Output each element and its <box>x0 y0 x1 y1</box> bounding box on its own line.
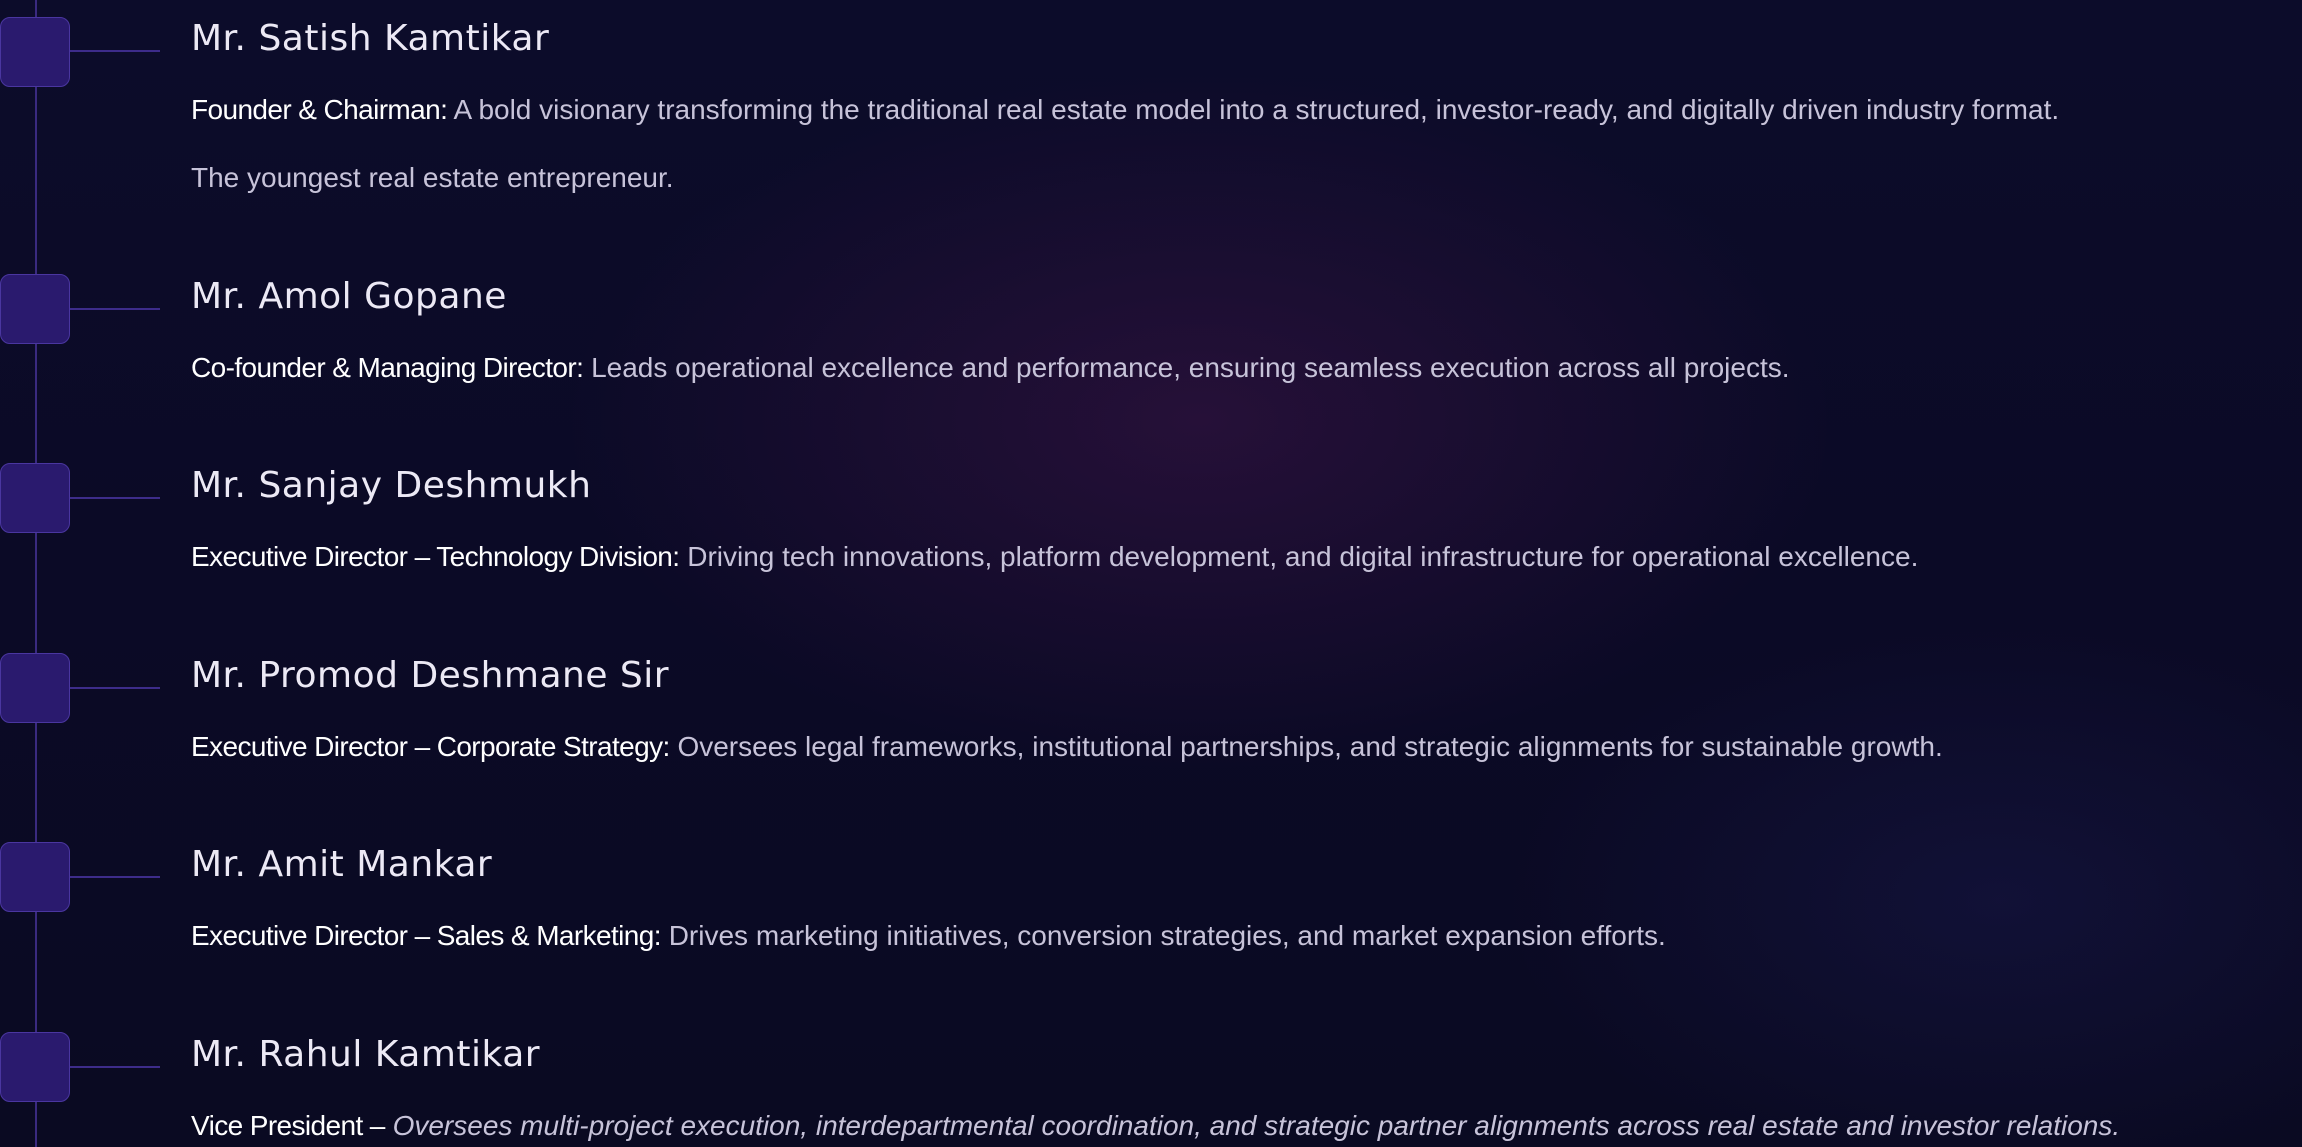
leader-role: Executive Director – Technology Division… <box>191 541 680 572</box>
leader-description-text: Drives marketing initiatives, conversion… <box>668 920 1666 951</box>
timeline-connector <box>70 687 160 689</box>
timeline-connector <box>70 308 160 310</box>
timeline-node <box>0 653 70 723</box>
leader-role: Vice President – <box>191 1110 385 1141</box>
timeline-node <box>0 274 70 344</box>
leader-description: Executive Director – Corporate Strategy:… <box>191 729 1943 765</box>
leader-role: Founder & Chairman: <box>191 94 448 125</box>
leader-description: Founder & Chairman: A bold visionary tra… <box>191 92 2059 128</box>
timeline-connector <box>70 497 160 499</box>
leader-name: Mr. Rahul Kamtikar <box>191 1034 541 1075</box>
leader-name: Mr. Promod Deshmane Sir <box>191 655 670 696</box>
timeline-node <box>0 17 70 87</box>
leader-role: Executive Director – Corporate Strategy: <box>191 731 670 762</box>
timeline-node <box>0 463 70 533</box>
timeline-node <box>0 1032 70 1102</box>
leader-name: Mr. Sanjay Deshmukh <box>191 465 592 506</box>
leader-description-text: Driving tech innovations, platform devel… <box>687 541 1919 572</box>
leader-description: Executive Director – Sales & Marketing: … <box>191 918 1666 954</box>
timeline-node <box>0 842 70 912</box>
leader-role: Executive Director – Sales & Marketing: <box>191 920 662 951</box>
timeline-connector <box>70 50 160 52</box>
leader-role: Co-founder & Managing Director: <box>191 352 584 383</box>
leader-name: Mr. Amit Mankar <box>191 844 493 885</box>
leader-description: Executive Director – Technology Division… <box>191 539 1918 575</box>
leader-extra-note: The youngest real estate entrepreneur. <box>191 162 674 193</box>
leader-description-text: A bold visionary transforming the tradit… <box>453 94 2060 125</box>
leader-name: Mr. Satish Kamtikar <box>191 18 550 59</box>
timeline-line <box>35 0 37 1147</box>
leader-description: Co-founder & Managing Director: Leads op… <box>191 350 1790 386</box>
leader-description-text: Leads operational excellence and perform… <box>591 352 1790 383</box>
leader-description-text: Oversees multi-project execution, interd… <box>392 1110 2121 1141</box>
timeline-connector <box>70 1066 160 1068</box>
leader-description: Vice President – Oversees multi-project … <box>191 1108 2120 1144</box>
leader-description-text: Oversees legal frameworks, institutional… <box>677 731 1943 762</box>
timeline-connector <box>70 876 160 878</box>
leader-name: Mr. Amol Gopane <box>191 276 507 317</box>
